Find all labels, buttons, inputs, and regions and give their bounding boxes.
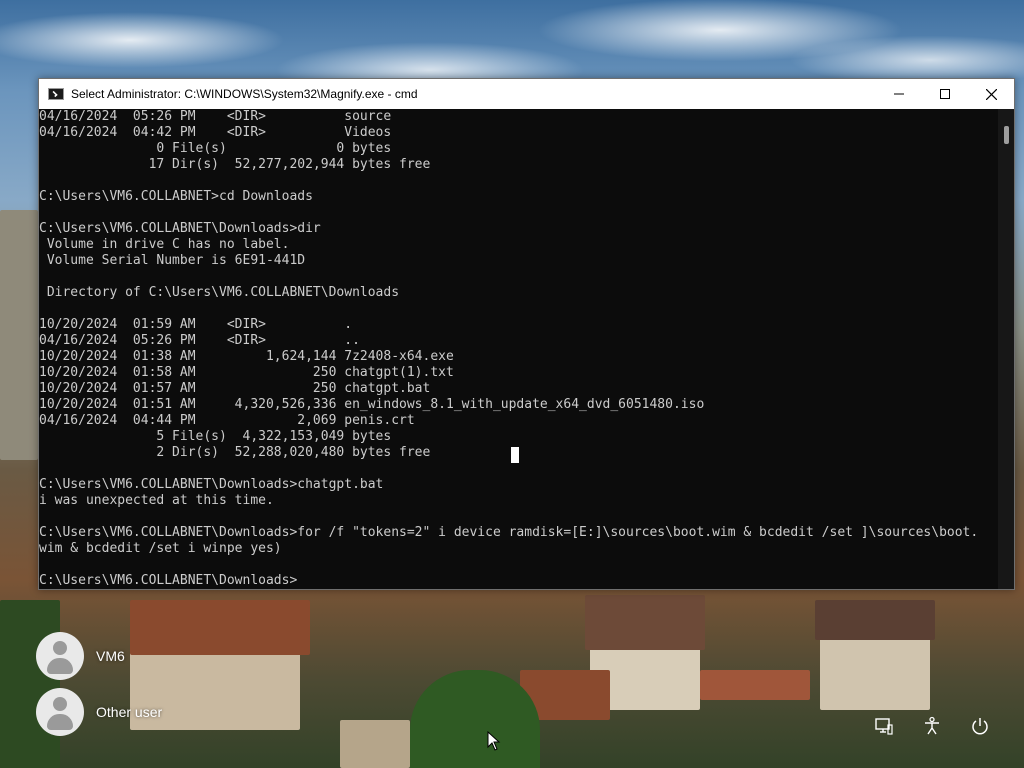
scrollbar-thumb[interactable]	[1004, 126, 1009, 144]
power-button[interactable]	[968, 714, 992, 738]
background-roof	[130, 600, 310, 655]
user-avatar-icon	[36, 688, 84, 736]
console-line: 04/16/2024 04:44 PM 2,069 penis.crt	[39, 413, 415, 428]
console-line: i was unexpected at this time.	[39, 493, 274, 508]
console-line: 10/20/2024 01:57 AM 250 chatgpt.bat	[39, 381, 431, 396]
console-line: 04/16/2024 05:26 PM <DIR> source	[39, 109, 392, 124]
console-line: wim & bcdedit /set i winpe yes)	[39, 541, 282, 556]
user-name: VM6	[96, 648, 125, 664]
minimize-icon	[894, 93, 904, 95]
command-prompt-window[interactable]: Select Administrator: C:\WINDOWS\System3…	[38, 78, 1015, 590]
accessibility-button[interactable]	[920, 714, 944, 738]
console-line: Volume in drive C has no label.	[39, 237, 290, 252]
vertical-scrollbar[interactable]	[998, 109, 1014, 589]
console-text: 04/16/2024 05:26 PM <DIR> source 04/16/2…	[39, 109, 998, 589]
console-line: 04/16/2024 05:26 PM <DIR> ..	[39, 333, 360, 348]
user-avatar-icon	[36, 632, 84, 680]
user-tile-vm6[interactable]: VM6	[36, 632, 125, 680]
console-line: 10/20/2024 01:58 AM 250 chatgpt(1).txt	[39, 365, 454, 380]
console-line: 10/20/2024 01:51 AM 4,320,526,336 en_win…	[39, 397, 705, 412]
background-tree	[0, 600, 60, 768]
console-line: Volume Serial Number is 6E91-441D	[39, 253, 306, 268]
console-output[interactable]: 04/16/2024 05:26 PM <DIR> source 04/16/2…	[39, 109, 998, 589]
console-line: 0 File(s) 0 bytes	[39, 141, 392, 156]
console-line: 17 Dir(s) 52,277,202,944 bytes free	[39, 157, 431, 172]
console-line: 2 Dir(s) 52,288,020,480 bytes free	[39, 445, 431, 460]
console-line: 10/20/2024 01:59 AM <DIR> .	[39, 317, 353, 332]
window-controls	[876, 79, 1014, 109]
network-button[interactable]	[872, 714, 896, 738]
background-roof	[815, 600, 935, 640]
console-line: C:\Users\VM6.COLLABNET\Downloads>dir	[39, 221, 321, 236]
background-house	[340, 720, 410, 768]
console-line: C:\Users\VM6.COLLABNET\Downloads>	[39, 573, 298, 588]
console-line: C:\Users\VM6.COLLABNET\Downloads>chatgpt…	[39, 477, 384, 492]
maximize-button[interactable]	[922, 79, 968, 109]
lock-screen-background: Select Administrator: C:\WINDOWS\System3…	[0, 0, 1024, 768]
console-line: 10/20/2024 01:38 AM 1,624,144 7z2408-x64…	[39, 349, 454, 364]
maximize-icon	[940, 89, 950, 99]
background-roof	[585, 595, 705, 650]
window-titlebar[interactable]: Select Administrator: C:\WINDOWS\System3…	[39, 79, 1014, 109]
console-line: C:\Users\VM6.COLLABNET>cd Downloads	[39, 189, 313, 204]
background-wall	[0, 210, 38, 460]
window-title: Select Administrator: C:\WINDOWS\System3…	[71, 87, 418, 101]
network-icon	[875, 718, 893, 735]
console-line: C:\Users\VM6.COLLABNET\Downloads>for /f …	[39, 525, 979, 540]
power-icon	[972, 718, 988, 735]
console-icon	[48, 88, 64, 100]
background-house	[820, 630, 930, 710]
close-button[interactable]	[968, 79, 1014, 109]
background-roof	[700, 670, 810, 700]
mouse-pointer-icon	[487, 731, 501, 751]
user-name: Other user	[96, 704, 163, 720]
accessibility-icon	[925, 716, 939, 735]
console-line: Directory of C:\Users\VM6.COLLABNET\Down…	[39, 285, 400, 300]
close-icon	[985, 88, 997, 100]
console-line: 5 File(s) 4,322,153,049 bytes	[39, 429, 392, 444]
text-cursor	[511, 447, 519, 463]
minimize-button[interactable]	[876, 79, 922, 109]
console-line: 04/16/2024 04:42 PM <DIR> Videos	[39, 125, 392, 140]
user-tile-other-user[interactable]: Other user	[36, 688, 162, 736]
